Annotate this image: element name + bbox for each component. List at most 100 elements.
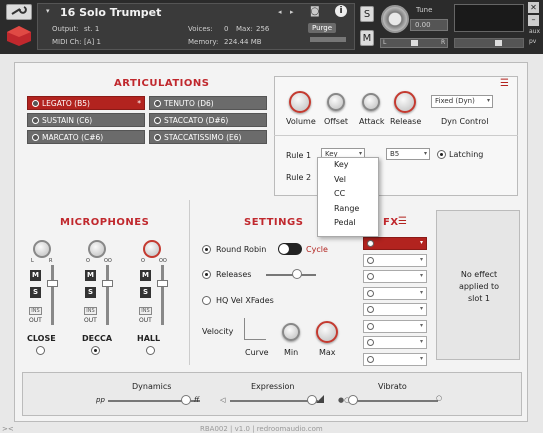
releases-handle[interactable]: [292, 269, 302, 279]
fx-slot[interactable]: ▾: [363, 303, 427, 316]
mic-pan-knob[interactable]: [88, 240, 106, 258]
fx-slot[interactable]: ▾: [363, 336, 427, 349]
cycle-label: Cycle: [306, 245, 328, 254]
camera-icon[interactable]: ◙: [310, 6, 320, 17]
tune-value-box[interactable]: 0.00: [410, 19, 448, 31]
articulation-button[interactable]: LEGATO (B5) *: [27, 96, 145, 110]
popup-menu-item[interactable]: CC: [318, 187, 378, 202]
mic-select-radio[interactable]: [91, 346, 100, 355]
footer-text: RBA002 | v1.0 | redroomaudio.com: [200, 425, 323, 433]
mic-volume-fader[interactable]: [161, 265, 164, 325]
articulation-button[interactable]: SUSTAIN (C6): [27, 113, 145, 127]
mic-fader-handle[interactable]: [157, 280, 168, 287]
output-value[interactable]: st. 1: [84, 25, 99, 33]
expression-handle[interactable]: [307, 395, 317, 405]
releases-radio[interactable]: [202, 270, 211, 279]
expression-slider[interactable]: [230, 400, 318, 402]
mic-pan-knob[interactable]: [33, 240, 51, 258]
fx-slot[interactable]: ▾: [363, 253, 427, 267]
mute-button[interactable]: M: [360, 30, 374, 46]
vibrato-slider[interactable]: [350, 400, 438, 402]
release-knob[interactable]: [394, 91, 416, 113]
offset-knob[interactable]: [327, 93, 345, 111]
mic-solo-button[interactable]: S: [30, 287, 41, 298]
prev-instrument-icon[interactable]: ◂: [278, 8, 282, 16]
mic-mute-button[interactable]: M: [30, 270, 41, 281]
next-instrument-icon[interactable]: ▸: [290, 8, 294, 16]
mic-mute-button[interactable]: M: [140, 270, 151, 281]
articulation-button[interactable]: STACCATO (D#6): [149, 113, 267, 127]
fx-slot-radio-icon: [367, 322, 374, 330]
mic-ins-button[interactable]: INS: [29, 307, 42, 315]
popup-menu-item[interactable]: Key: [318, 158, 378, 173]
tune-knob[interactable]: [381, 5, 409, 33]
max-knob[interactable]: [316, 321, 338, 343]
info-icon[interactable]: i: [335, 5, 347, 17]
mic-select-radio[interactable]: [36, 346, 45, 355]
fx-slot[interactable]: ▾: [363, 352, 427, 366]
curve-display[interactable]: [244, 318, 266, 340]
mic-pan-knob[interactable]: [143, 240, 161, 258]
articulation-button[interactable]: TENUTO (D6): [149, 96, 267, 110]
pan-slider[interactable]: L R: [380, 38, 448, 48]
volume-knob[interactable]: [289, 91, 311, 113]
purge-level-bar: [310, 37, 346, 42]
minimize-window-icon[interactable]: –: [528, 15, 539, 26]
pv-label[interactable]: pv: [529, 38, 536, 45]
level-meter: [454, 4, 524, 32]
collapse-arrow-icon[interactable]: ▾: [46, 7, 50, 15]
articulation-radio-icon: [154, 117, 161, 124]
volume-slider[interactable]: [454, 38, 524, 48]
volume-handle[interactable]: [495, 40, 502, 46]
list-menu-icon[interactable]: ☰: [500, 78, 509, 89]
mic-fader-handle[interactable]: [47, 280, 58, 287]
min-knob[interactable]: [282, 323, 300, 341]
rule1-value-dropdown[interactable]: B5 ▾: [386, 148, 430, 160]
fx-slot[interactable]: ▾: [363, 237, 427, 250]
fx-slot[interactable]: ▾: [363, 270, 427, 283]
fx-slot[interactable]: ▾: [363, 319, 427, 333]
attack-knob[interactable]: [362, 93, 380, 111]
fx-menu-icon[interactable]: ☰: [398, 216, 407, 227]
articulation-label: TENUTO (D6): [164, 99, 214, 108]
cycle-toggle[interactable]: [278, 243, 302, 255]
mic-solo-button[interactable]: S: [140, 287, 151, 298]
mic-out-label: OUT: [84, 317, 97, 324]
aux-label[interactable]: aux: [529, 28, 540, 35]
mic-solo-button[interactable]: S: [85, 287, 96, 298]
purge-button[interactable]: Purge: [308, 23, 337, 33]
mic-pan-left-label: L: [31, 258, 34, 264]
mic-ins-button[interactable]: INS: [84, 307, 97, 315]
round-robin-radio[interactable]: [202, 245, 211, 254]
articulation-button[interactable]: MARCATO (C#6): [27, 130, 145, 144]
latching-radio[interactable]: [437, 150, 446, 159]
fx-slot[interactable]: ▾: [363, 286, 427, 300]
mic-fader-handle[interactable]: [102, 280, 113, 287]
mic-ins-button[interactable]: INS: [139, 307, 152, 315]
vibrato-handle[interactable]: [348, 395, 358, 405]
articulation-button[interactable]: STACCATISSIMO (E6): [149, 130, 267, 144]
dynamics-handle[interactable]: [181, 395, 191, 405]
releases-slider[interactable]: [266, 274, 316, 276]
instrument-title[interactable]: 16 Solo Trumpet: [60, 6, 161, 19]
hq-vel-radio[interactable]: [202, 296, 211, 305]
chevron-down-icon: ▾: [419, 288, 423, 296]
popup-menu-item[interactable]: Vel: [318, 173, 378, 188]
mic-mute-button[interactable]: M: [85, 270, 96, 281]
mic-select-radio[interactable]: [146, 346, 155, 355]
pan-handle[interactable]: [411, 40, 418, 46]
mic-volume-fader[interactable]: [51, 265, 54, 325]
solo-button[interactable]: S: [360, 6, 374, 22]
resize-icon[interactable]: ><: [2, 425, 14, 433]
wrench-icon[interactable]: [6, 4, 32, 20]
mic-volume-fader[interactable]: [106, 265, 109, 325]
dyn-control-dropdown[interactable]: Fixed (Dyn) ▾: [431, 95, 493, 108]
velocity-label: Velocity: [202, 327, 234, 336]
close-window-icon[interactable]: ✕: [528, 2, 539, 13]
chevron-down-icon: ▾: [419, 321, 423, 329]
releases-label: Releases: [216, 270, 252, 279]
midi-value[interactable]: [A] 1: [84, 38, 101, 46]
max-value[interactable]: 256: [256, 25, 269, 33]
popup-menu-item[interactable]: Pedal: [318, 216, 378, 231]
popup-menu-item[interactable]: Range: [318, 202, 378, 217]
